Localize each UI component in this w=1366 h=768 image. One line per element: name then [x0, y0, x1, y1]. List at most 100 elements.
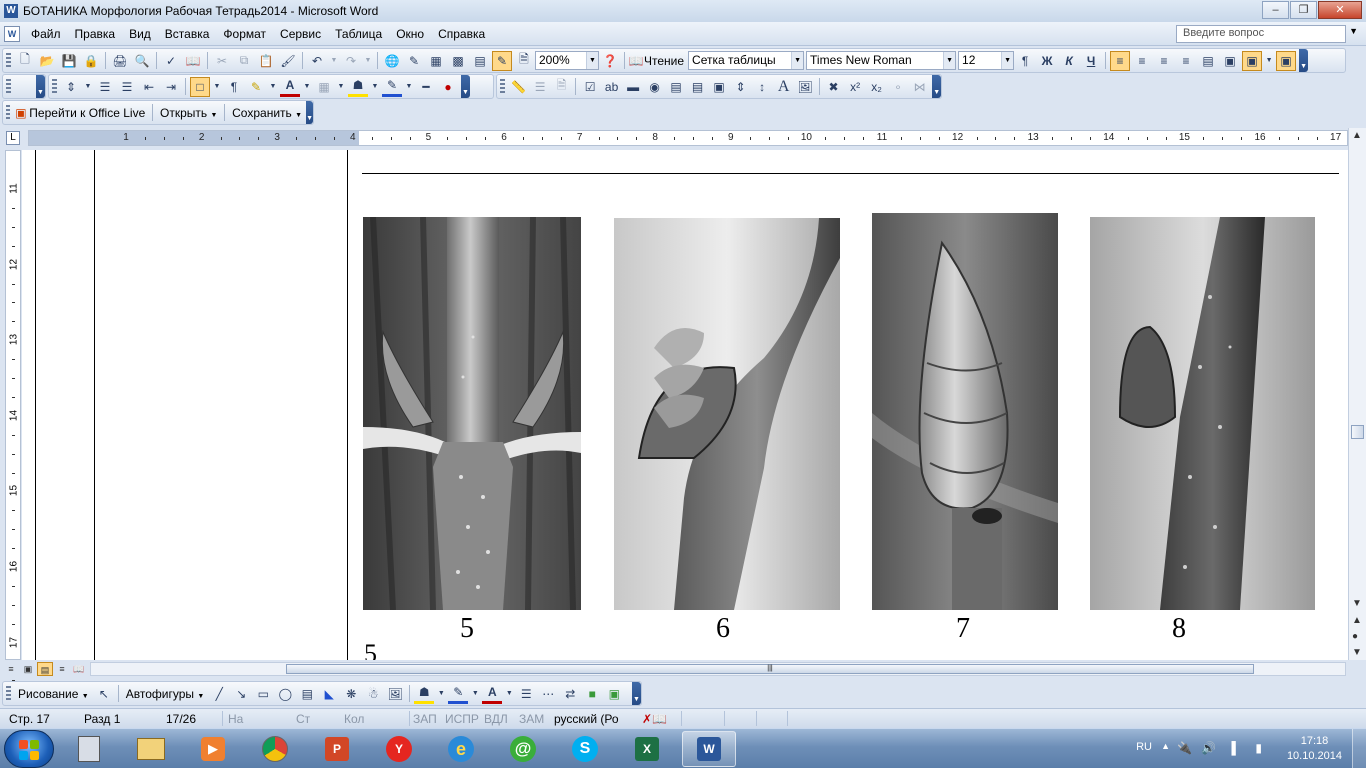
- tray-clock[interactable]: 17:18 10.10.2014: [1287, 734, 1342, 764]
- wordart-icon[interactable]: ◣: [319, 684, 339, 704]
- outside-border-icon[interactable]: □: [190, 76, 210, 97]
- normal-view-icon[interactable]: ≡: [3, 662, 19, 676]
- align-left-icon[interactable]: ≡: [1110, 50, 1131, 71]
- table-dropdown-icon[interactable]: ▼: [336, 77, 346, 97]
- distributed-icon[interactable]: ▤: [1198, 51, 1218, 71]
- checkbox-icon[interactable]: ☑: [580, 77, 600, 97]
- insert-table-icon[interactable]: ▦: [426, 51, 446, 71]
- line-spacing-dropdown-icon[interactable]: ▼: [83, 77, 93, 97]
- toolbar-grip[interactable]: [6, 79, 11, 94]
- horizontal-ruler[interactable]: 1 2 3 4 5 6 7 8 9 10 11 12 13 14 15 16 17: [28, 130, 1356, 146]
- toolbar-options-icon[interactable]: ▼: [632, 682, 641, 705]
- toolbar-grip[interactable]: [6, 53, 11, 68]
- zoom-select[interactable]: 200% ▼: [535, 51, 599, 70]
- print-preview-icon[interactable]: 🔍: [132, 51, 152, 71]
- line-style-icon[interactable]: ☰: [516, 684, 536, 704]
- command-button-icon[interactable]: ▬: [623, 77, 643, 97]
- figure-6-photo[interactable]: [614, 218, 840, 610]
- properties-icon[interactable]: ☰: [530, 77, 550, 97]
- open-button[interactable]: Открыть ▼: [156, 106, 221, 120]
- status-language[interactable]: русский (Ро: [554, 712, 619, 726]
- line-color-icon[interactable]: ✎: [448, 684, 469, 704]
- italic-button[interactable]: К: [1059, 51, 1079, 71]
- document-page[interactable]: 5 6 7 8 5: [22, 150, 1348, 660]
- highlight-icon[interactable]: ✎: [246, 77, 266, 97]
- taskbar-word-icon[interactable]: W: [682, 731, 736, 767]
- border-bottom-icon[interactable]: ▣: [1220, 51, 1240, 71]
- scroll-up-icon[interactable]: ▲: [1352, 130, 1362, 141]
- line-color-dropdown-icon[interactable]: ▼: [470, 684, 480, 704]
- redo-icon[interactable]: ↷: [341, 51, 361, 71]
- print-icon[interactable]: 🖨: [110, 51, 130, 71]
- page-layout-icon[interactable]: ▣: [1276, 50, 1297, 71]
- border-dropdown-icon[interactable]: ▼: [212, 77, 222, 97]
- tray-language[interactable]: RU: [1136, 741, 1152, 753]
- image-control-icon[interactable]: 🖼: [795, 77, 815, 97]
- document-map-icon[interactable]: 🗎: [514, 51, 534, 71]
- view-code-icon[interactable]: 🗎: [552, 77, 572, 97]
- bold-button[interactable]: Ж: [1037, 51, 1057, 71]
- spin-button-icon[interactable]: ⇕: [731, 77, 751, 97]
- taskbar-skype-icon[interactable]: S: [558, 731, 612, 767]
- drawing-toggle-icon[interactable]: ✎: [492, 50, 512, 71]
- hyperlink-icon[interactable]: 🌐: [382, 51, 402, 71]
- status-ovr[interactable]: ЗАМ: [519, 712, 544, 726]
- justify-icon[interactable]: ≡: [1176, 51, 1196, 71]
- font-size-select[interactable]: 12 ▼: [958, 51, 1015, 70]
- menu-view[interactable]: Вид: [122, 27, 158, 41]
- superscript-icon[interactable]: x²: [845, 77, 865, 97]
- undo-icon[interactable]: ↶: [307, 51, 327, 71]
- combobox-icon[interactable]: ▤: [688, 77, 708, 97]
- columns-icon[interactable]: ▤: [470, 51, 490, 71]
- menu-insert[interactable]: Вставка: [158, 27, 217, 41]
- tray-volume-icon[interactable]: 🔊: [1201, 741, 1216, 755]
- toolbar-grip[interactable]: [6, 105, 10, 120]
- chevron-down-icon[interactable]: ▼: [791, 52, 804, 69]
- draw-menu-button[interactable]: Рисование ▼: [14, 687, 93, 701]
- bullets-icon[interactable]: ☰: [117, 77, 137, 97]
- chevron-down-icon[interactable]: ▼: [586, 52, 598, 69]
- font-color-icon[interactable]: A: [280, 77, 300, 97]
- format-painter-icon[interactable]: 🖌: [278, 51, 298, 71]
- permission-icon[interactable]: 🔒: [81, 51, 101, 71]
- previous-page-icon[interactable]: ▲: [1352, 615, 1362, 626]
- line-color-icon[interactable]: ✎: [382, 77, 402, 97]
- line-spacing-icon[interactable]: ⇕: [61, 77, 81, 97]
- chevron-down-icon[interactable]: ▼: [1001, 52, 1014, 69]
- paste-icon[interactable]: 📋: [256, 51, 276, 71]
- spelling-status-icon[interactable]: ✗📖: [642, 712, 667, 726]
- menu-edit[interactable]: Правка: [68, 27, 123, 41]
- shadow-icon[interactable]: ■: [582, 684, 602, 704]
- taskbar-powerpoint-icon[interactable]: P: [310, 731, 364, 767]
- highlight-dropdown-icon[interactable]: ▼: [268, 77, 278, 97]
- reading-view-icon[interactable]: 📖: [71, 662, 87, 676]
- tables-borders-icon[interactable]: ✎: [404, 51, 424, 71]
- copy-icon[interactable]: ⧉: [234, 51, 254, 71]
- line-icon[interactable]: ╱: [209, 684, 229, 704]
- subscript-icon[interactable]: x₂: [867, 77, 887, 97]
- font-color-icon[interactable]: A: [482, 684, 503, 704]
- status-ext[interactable]: ВДЛ: [484, 712, 508, 726]
- line-color-dropdown-icon[interactable]: ▼: [404, 77, 414, 97]
- fill-dropdown-icon[interactable]: ▼: [370, 77, 380, 97]
- word-app-icon[interactable]: W: [4, 4, 18, 18]
- status-trk[interactable]: ИСПР: [445, 712, 479, 726]
- rectangle-icon[interactable]: ▭: [253, 684, 273, 704]
- borders-icon[interactable]: ▣: [1242, 50, 1263, 71]
- undo-dropdown-icon[interactable]: ▼: [329, 51, 339, 71]
- research-icon[interactable]: 📖: [183, 51, 203, 71]
- fill-dropdown-icon[interactable]: ▼: [436, 684, 446, 704]
- select-objects-icon[interactable]: ↖: [94, 684, 114, 704]
- start-button[interactable]: [4, 730, 54, 768]
- spelling-icon[interactable]: ✓: [161, 51, 181, 71]
- tray-device-icon[interactable]: 🔌: [1177, 741, 1192, 755]
- cut-icon[interactable]: ✂: [212, 51, 232, 71]
- save-icon[interactable]: 💾: [59, 51, 79, 71]
- picture-icon[interactable]: 🖼: [385, 684, 405, 704]
- reading-button[interactable]: Чтение: [644, 54, 688, 68]
- figure-7-photo[interactable]: [872, 213, 1058, 610]
- listbox-icon[interactable]: ▤: [666, 77, 686, 97]
- redo-dropdown-icon[interactable]: ▼: [363, 51, 373, 71]
- diagram-icon[interactable]: ❋: [341, 684, 361, 704]
- menu-format[interactable]: Формат: [216, 27, 273, 41]
